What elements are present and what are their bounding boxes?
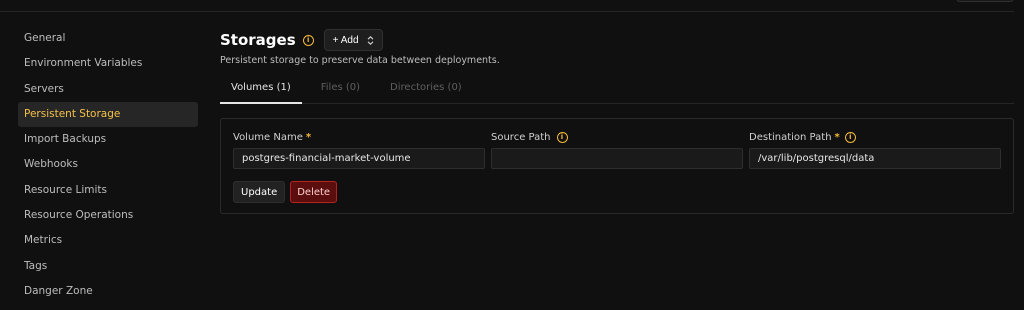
volume-fields: Volume Name * Source Path i Destination … <box>233 129 1001 169</box>
info-icon[interactable]: i <box>844 131 856 143</box>
chevron-up-down-icon <box>367 35 374 45</box>
sidebar-item-general[interactable]: General <box>18 26 198 51</box>
delete-button[interactable]: Delete <box>290 181 338 203</box>
source-path-label-text: Source Path <box>491 131 551 143</box>
sidebar-item-environment-variables[interactable]: Environment Variables <box>18 51 198 76</box>
sidebar-item-webhooks[interactable]: Webhooks <box>18 152 198 177</box>
tab-directories[interactable]: Directories (0) <box>379 78 473 104</box>
info-icon[interactable]: i <box>302 34 314 46</box>
sidebar-item-danger-zone[interactable]: Danger Zone <box>18 279 198 304</box>
source-path-input[interactable] <box>491 148 743 169</box>
volume-card: Volume Name * Source Path i Destination … <box>220 118 1014 214</box>
required-marker: * <box>834 131 840 143</box>
sidebar-item-servers[interactable]: Servers <box>18 77 198 102</box>
sidebar-item-persistent-storage[interactable]: Persistent Storage <box>18 101 198 128</box>
add-button-label: + Add <box>332 34 359 46</box>
tab-volumes[interactable]: Volumes (1) <box>220 78 302 104</box>
info-icon[interactable]: i <box>556 131 568 143</box>
volume-actions: Update Delete <box>233 181 1001 203</box>
main-content: Storages i + Add Persistent storage to p… <box>220 28 1014 214</box>
page-subtitle: Persistent storage to preserve data betw… <box>220 55 500 66</box>
sidebar-item-import-backups[interactable]: Import Backups <box>18 127 198 152</box>
volume-name-label: Volume Name * <box>233 129 485 145</box>
settings-sidebar: General Environment Variables Servers Pe… <box>18 26 198 304</box>
required-marker: * <box>305 131 312 143</box>
destination-path-label-text: Destination Path <box>749 131 832 143</box>
storage-tabs: Volumes (1) Files (0) Directories (0) <box>220 78 1014 104</box>
volume-name-label-text: Volume Name <box>233 131 303 143</box>
top-right-button-edge[interactable] <box>956 0 1014 2</box>
destination-path-label: Destination Path * i <box>749 129 1001 145</box>
sidebar-item-resource-limits[interactable]: Resource Limits <box>18 178 198 203</box>
sidebar-item-tags[interactable]: Tags <box>18 254 198 279</box>
volume-name-field-group: Volume Name * <box>233 129 485 169</box>
destination-path-input[interactable] <box>749 148 1001 169</box>
destination-path-field-group: Destination Path * i <box>749 129 1001 169</box>
page-title: Storages <box>220 31 296 49</box>
add-storage-button[interactable]: + Add <box>323 29 383 51</box>
sidebar-item-resource-operations[interactable]: Resource Operations <box>18 203 198 228</box>
source-path-label: Source Path i <box>491 129 743 145</box>
volume-name-input[interactable] <box>233 148 485 169</box>
update-button[interactable]: Update <box>233 181 286 203</box>
tab-files[interactable]: Files (0) <box>310 78 371 104</box>
sidebar-item-metrics[interactable]: Metrics <box>18 228 198 253</box>
top-divider <box>0 11 1014 12</box>
source-path-field-group: Source Path i <box>491 129 743 169</box>
title-row: Storages i + Add <box>220 28 1014 52</box>
